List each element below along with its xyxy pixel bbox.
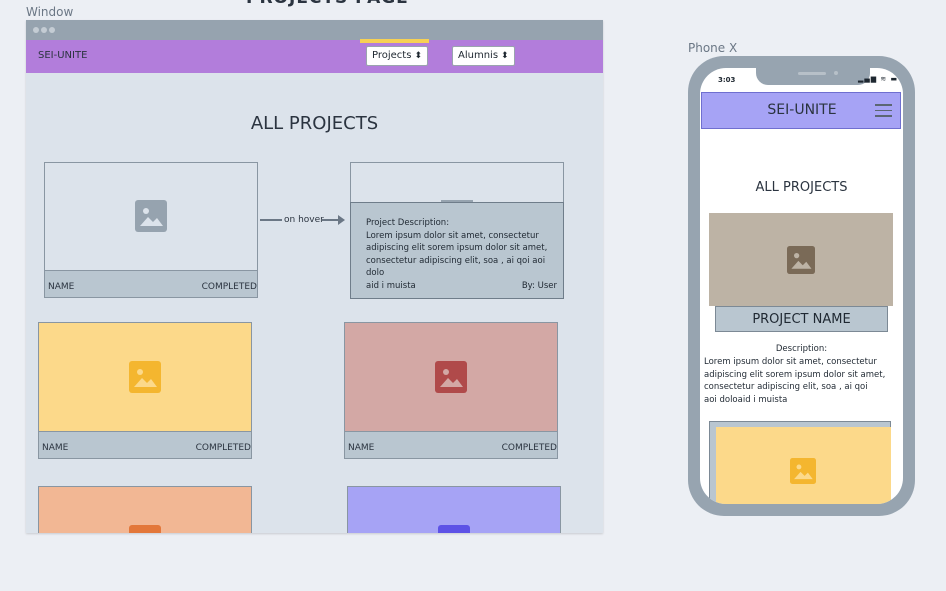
project-card[interactable]: NAME COMPLETED	[38, 322, 252, 459]
window-control-dot[interactable]	[49, 27, 55, 33]
project-name-button[interactable]: PROJECT NAME	[715, 306, 888, 332]
project-status: COMPLETED	[501, 443, 557, 453]
arrow-head-icon	[338, 215, 345, 225]
project-name: NAME	[42, 443, 69, 453]
alumnis-select[interactable]: Alumnis ⬍	[452, 46, 515, 66]
phone-navbar: SEI-UNITE	[701, 92, 901, 129]
phone-screen: 3:03 ▂▄▆ ≋ ▬ SEI-UNITE ALL PROJECTS PROJ…	[700, 68, 903, 504]
brand-logo[interactable]: SEI-UNITE	[702, 102, 902, 118]
phone-frame-label: Phone X	[688, 41, 738, 55]
author-label: By: User	[521, 281, 557, 292]
hamburger-menu-icon[interactable]	[875, 104, 892, 117]
project-card[interactable]: NAME COMPLETED	[44, 162, 258, 298]
select-arrows-icon: ⬍	[414, 51, 422, 61]
description-line: consectetur adipiscing elit, soa , ai qo…	[704, 382, 868, 392]
project-image[interactable]	[709, 213, 893, 306]
signal-wifi-battery-icon: ▂▄▆ ≋ ▬	[858, 75, 899, 83]
brand-logo[interactable]: SEI-UNITE	[38, 50, 87, 61]
description-title: Description:	[775, 344, 828, 354]
projects-select[interactable]: Projects ⬍	[366, 46, 428, 66]
desktop-window: SEI-UNITE Projects ⬍ Alumnis ⬍ ALL PROJECT…	[26, 20, 603, 533]
image-placeholder-icon	[787, 246, 815, 278]
project-card[interactable]	[347, 486, 561, 533]
window-frame-label: Window	[26, 5, 74, 19]
window-control-dot[interactable]	[33, 27, 39, 33]
camera-icon	[834, 71, 838, 75]
window-titlebar	[26, 20, 603, 40]
description-text: Lorem ipsum dolor sit amet, consectetur …	[704, 356, 886, 406]
description-line: Lorem ipsum dolor sit amet, consectetur	[366, 230, 539, 241]
projects-select-label: Projects	[372, 50, 412, 61]
phone-notch	[756, 68, 870, 85]
description-title: Project Description:	[366, 218, 450, 228]
description-line: adipiscing elit sorem ipsum dolor sit am…	[366, 243, 548, 254]
status-time: 3:03	[718, 76, 736, 84]
project-card[interactable]	[38, 486, 252, 533]
project-card[interactable]	[709, 421, 891, 504]
project-card[interactable]: NAME COMPLETED	[344, 322, 558, 459]
project-image	[716, 427, 891, 504]
image-placeholder-icon	[129, 361, 161, 393]
speaker-icon	[798, 72, 826, 75]
active-nav-highlight	[360, 39, 429, 43]
project-status: COMPLETED	[201, 282, 257, 292]
hover-label: on hover	[284, 215, 324, 225]
project-card-hover[interactable]: Project Description: Lorem ipsum dolor s…	[350, 162, 564, 299]
image-placeholder-icon	[135, 200, 167, 232]
phone-frame: 3:03 ▂▄▆ ≋ ▬ SEI-UNITE ALL PROJECTS PROJ…	[688, 56, 915, 516]
description-line: Lorem ipsum dolor sit amet, consectetur	[704, 357, 877, 367]
description-line: consectetur adipiscing elit, soa , ai qo…	[366, 255, 546, 279]
project-status: COMPLETED	[195, 443, 251, 453]
description-overlay: Project Description: Lorem ipsum dolor s…	[350, 202, 564, 299]
project-name: NAME	[48, 282, 75, 292]
all-projects-heading: ALL PROJECTS	[755, 180, 848, 195]
alumnis-select-label: Alumnis	[458, 50, 499, 61]
description-line: adipiscing elit sorem ipsum dolor sit am…	[704, 369, 886, 380]
image-placeholder-icon	[435, 361, 467, 393]
image-placeholder-icon	[790, 458, 816, 488]
card-footer: NAME COMPLETED	[45, 270, 257, 297]
page-heading: PROJECTS PAGE	[246, 0, 409, 8]
window-control-dot[interactable]	[41, 27, 47, 33]
image-placeholder-icon	[438, 525, 470, 533]
select-arrows-icon: ⬍	[501, 51, 509, 61]
image-placeholder-icon	[129, 525, 161, 533]
project-name: NAME	[348, 443, 375, 453]
all-projects-heading: ALL PROJECTS	[250, 113, 379, 134]
card-footer: NAME COMPLETED	[39, 431, 251, 458]
desktop-navbar: SEI-UNITE Projects ⬍ Alumnis ⬍	[26, 40, 603, 73]
card-footer: NAME COMPLETED	[345, 431, 557, 458]
description-line: aoi doloaid i muista	[704, 394, 788, 405]
hover-arrow-line	[260, 219, 282, 221]
